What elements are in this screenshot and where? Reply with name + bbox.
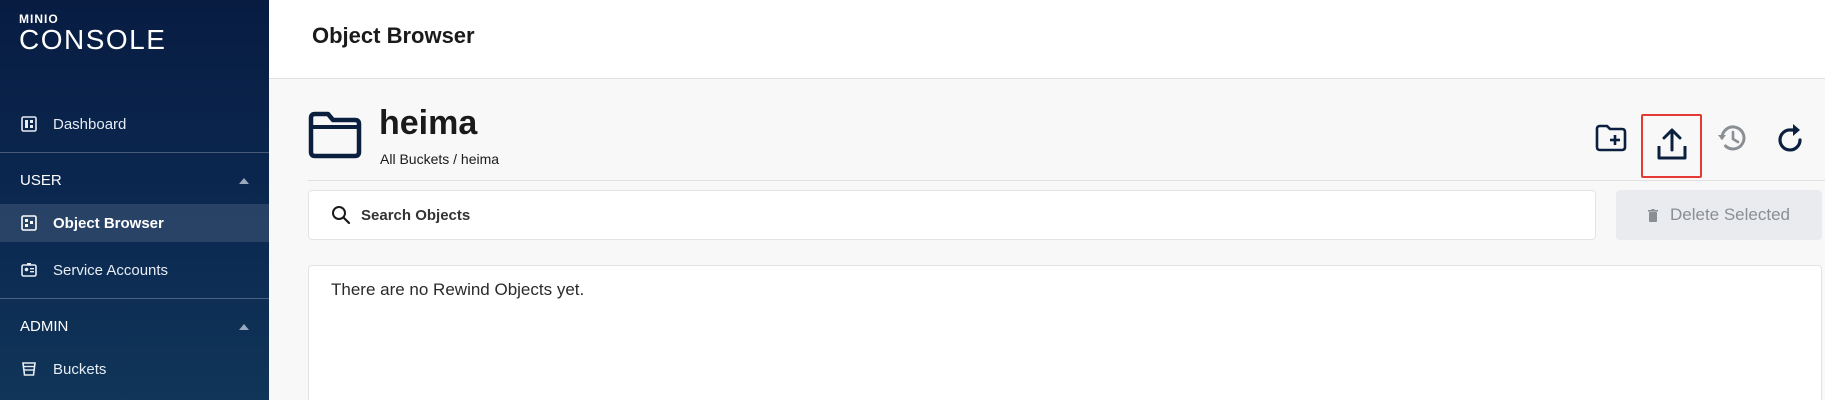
upload-icon <box>1656 127 1688 166</box>
bucket-name: heima <box>379 104 478 142</box>
section-header-admin[interactable]: ADMIN <box>20 318 249 335</box>
sidebar-divider <box>0 298 269 299</box>
sidebar-item-object-browser[interactable]: Object Browser <box>0 204 269 242</box>
create-folder-icon <box>1595 124 1627 157</box>
search-box[interactable] <box>308 190 1596 240</box>
sidebar-divider <box>0 152 269 153</box>
service-accounts-icon <box>20 261 38 279</box>
sidebar-item-dashboard[interactable]: Dashboard <box>0 105 269 143</box>
folder-icon <box>306 110 364 160</box>
refresh-button[interactable] <box>1769 118 1813 162</box>
bucket-icon <box>20 360 38 378</box>
refresh-icon <box>1776 122 1806 159</box>
rewind-icon <box>1716 122 1748 159</box>
empty-state-message: There are no Rewind Objects yet. <box>331 280 585 299</box>
sidebar-item-label: Dashboard <box>53 115 127 133</box>
sidebar-item-service-accounts[interactable]: Service Accounts <box>0 251 269 289</box>
sidebar-item-buckets[interactable]: Buckets <box>0 350 269 388</box>
minio-console-logo[interactable]: MINIO CONSOLE <box>19 12 166 54</box>
delete-selected-label: Delete Selected <box>1669 205 1791 224</box>
search-input[interactable] <box>361 206 1561 224</box>
rewind-button[interactable] <box>1710 118 1754 162</box>
section-label: ADMIN <box>20 318 69 335</box>
header-divider <box>308 180 1825 181</box>
object-browser-icon <box>20 214 38 232</box>
sidebar-item-label: Object Browser <box>53 214 164 232</box>
rewind-objects-panel: There are no Rewind Objects yet. <box>308 265 1822 400</box>
top-bar: Object Browser <box>269 0 1825 79</box>
dashboard-icon <box>20 115 38 133</box>
sidebar: MINIO CONSOLE Dashboard USER Object Brow… <box>0 0 269 400</box>
section-header-user[interactable]: USER <box>20 172 249 189</box>
page-title: Object Browser <box>312 23 475 48</box>
trash-icon <box>1647 208 1658 222</box>
breadcrumb[interactable]: All Buckets / heima <box>380 151 499 167</box>
create-folder-button[interactable] <box>1589 118 1633 162</box>
chevron-up-icon <box>239 177 249 184</box>
chevron-up-icon <box>239 323 249 330</box>
search-icon <box>331 205 351 225</box>
upload-button[interactable] <box>1641 114 1702 178</box>
section-label: USER <box>20 172 62 189</box>
delete-selected-button[interactable]: Delete Selected <box>1616 190 1822 240</box>
sidebar-item-label: Service Accounts <box>53 261 169 279</box>
logo-main-text: CONSOLE <box>19 24 167 55</box>
sidebar-item-label: Buckets <box>53 360 107 378</box>
